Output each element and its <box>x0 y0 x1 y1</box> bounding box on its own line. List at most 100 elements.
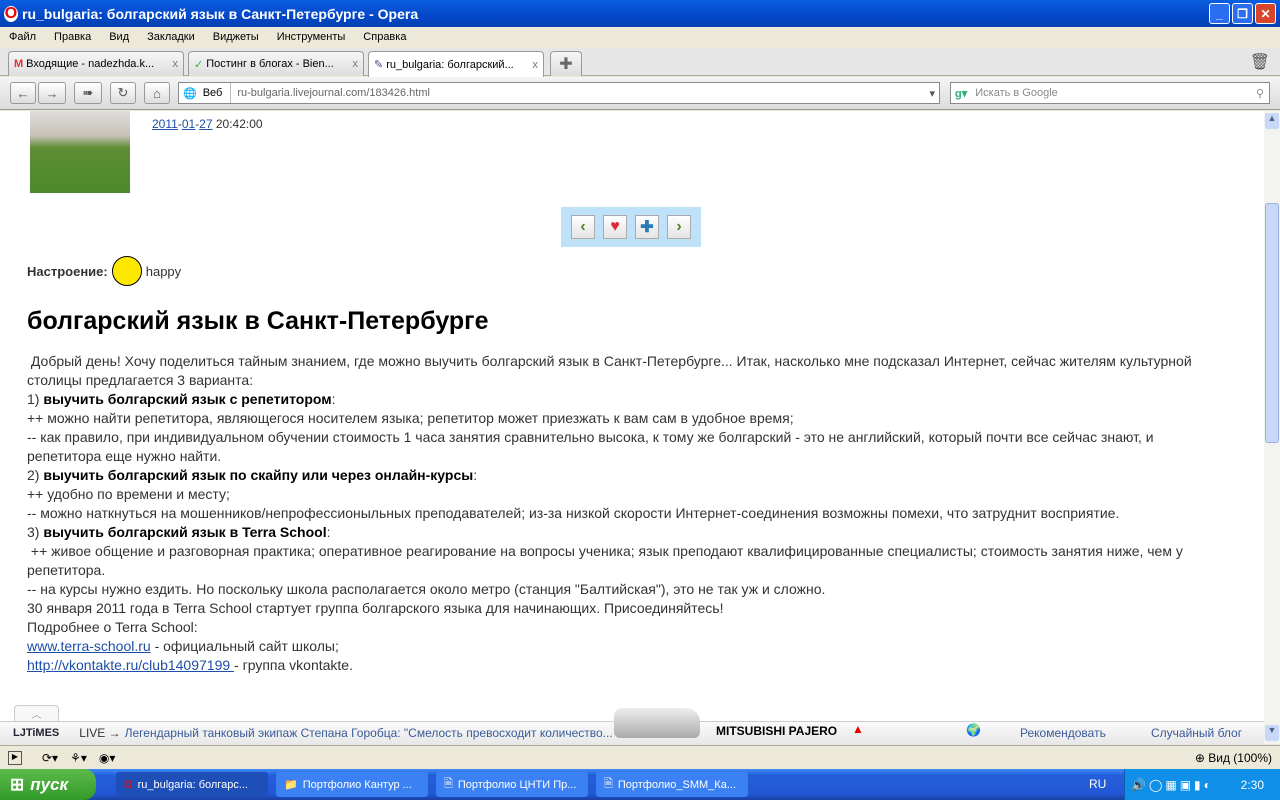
post-title: болгарский язык в Санкт-Петербурге <box>27 307 489 335</box>
taskbar: ⊞ пуск Oru_bulgaria: болгарс... 📁 Портфоли… <box>0 769 1280 800</box>
google-icon[interactable]: g▾ <box>951 87 971 100</box>
tab-gmail[interactable]: M Входящие - nadezhda.k... x <box>8 51 184 76</box>
option-heading: выучить болгарский язык с репетитором <box>43 391 332 407</box>
ljtimes-headline[interactable]: Легендарный танковый экипаж Степана Горо… <box>125 726 655 740</box>
post-body: Добрый день! Хочу поделиться тайным знан… <box>27 352 1227 675</box>
date-day-link[interactable]: 27 <box>199 117 212 131</box>
vertical-scrollbar[interactable]: ▲ ▼ <box>1264 111 1280 744</box>
trash-icon[interactable]: 🗑 <box>1250 52 1270 72</box>
opera-logo-icon: O <box>4 4 18 22</box>
sync-icon[interactable]: ⟳▾ <box>42 751 58 765</box>
menu-file[interactable]: Файл <box>0 31 45 43</box>
car-icon[interactable] <box>614 708 700 738</box>
tab-bar: M Входящие - nadezhda.k... x ✓ Постинг в… <box>0 48 1280 77</box>
tray-icons[interactable]: 🔊◯▦▣▮◐ <box>1131 778 1214 792</box>
page-content: 2011-01-27 20:42:00 ‹ ♥ ✚ › Настроение: … <box>0 111 1264 721</box>
prev-entry-button[interactable]: ‹ <box>571 215 595 239</box>
post-line: ++ можно найти репетитора, являющегося н… <box>27 410 794 426</box>
start-button[interactable]: ⊞ пуск <box>0 769 96 800</box>
post-line: 3) выучить болгарский язык в Terra Schoo… <box>27 523 1227 542</box>
status-bar: ▶ ⟳▾ ⚘▾ ◉▾ ⊕ Вид (100%) <box>0 745 1280 769</box>
option-heading: выучить болгарский язык по скайпу или че… <box>43 467 474 483</box>
ad-text[interactable]: MITSUBISHI PAJERO <box>716 724 837 738</box>
task-label: Портфолио ЦНТИ Пр... <box>457 778 577 791</box>
close-tab-icon[interactable]: x <box>353 58 359 70</box>
panel-toggle-icon[interactable]: ▶ <box>8 750 22 765</box>
window-title: ru_bulgaria: болгарский язык в Санкт-Пет… <box>22 5 419 22</box>
close-tab-icon[interactable]: x <box>533 59 539 71</box>
random-blog-link[interactable]: Случайный блог <box>1151 726 1242 740</box>
system-tray: 🔊◯▦▣▮◐ 2:30 <box>1124 769 1280 800</box>
home-button[interactable]: ⌂ <box>144 82 170 104</box>
forward-button[interactable]: → <box>38 82 66 104</box>
task-word-2[interactable]: 🗎 Портфолио_SMM_Ка... <box>596 772 748 797</box>
line-suffix: : <box>331 391 336 407</box>
folder-icon: 📁 <box>284 779 298 791</box>
link-line: www.terra-school.ru - официальный сайт ш… <box>27 637 1227 656</box>
scroll-down-icon[interactable]: ▼ <box>1265 725 1279 741</box>
scrollbar-thumb[interactable] <box>1265 203 1279 443</box>
external-link[interactable]: http://vkontakte.ru/club14097199 <box>27 657 234 673</box>
live-label: LIVE → <box>79 726 121 740</box>
menu-widgets[interactable]: Виджеты <box>204 31 268 43</box>
pencil-icon: ✎ <box>374 59 384 71</box>
globe-icon: 🌐 <box>183 87 197 100</box>
menu-bookmarks[interactable]: Закладки <box>138 31 204 43</box>
reload-button[interactable]: ↻ <box>110 82 136 104</box>
address-bar[interactable]: 🌐 Веб ru-bulgaria.livejournal.com/183426.… <box>178 82 940 104</box>
back-button[interactable]: ← <box>10 82 36 104</box>
mood-value: happy <box>145 263 182 279</box>
chevron-down-icon[interactable]: ▾ <box>929 87 939 100</box>
new-tab-button[interactable]: ✚ <box>550 51 582 76</box>
next-entry-button[interactable]: › <box>667 215 691 239</box>
line-suffix: : <box>326 524 331 540</box>
task-folder[interactable]: 📁 Портфолио Кантур ... <box>276 772 428 797</box>
menu-help[interactable]: Справка <box>354 31 415 43</box>
task-opera[interactable]: Oru_bulgaria: болгарс... <box>116 772 268 797</box>
gmail-icon: M <box>14 58 24 70</box>
line-prefix: 3) <box>27 524 44 540</box>
globe-icon: 🌍 <box>966 723 981 737</box>
close-button[interactable]: ✕ <box>1255 3 1276 24</box>
menu-edit[interactable]: Правка <box>45 31 100 43</box>
turbo-icon[interactable]: ◉▾ <box>99 751 116 765</box>
post-line: ++ живое общение и разговорная практика;… <box>27 543 1187 578</box>
tab-ru-bulgaria[interactable]: ✎ ru_bulgaria: болгарский... x <box>368 51 544 77</box>
mood-label: Настроение: <box>27 263 108 279</box>
post-line: -- на курсы нужно ездить. Но поскольку ш… <box>27 581 826 597</box>
search-icon[interactable]: ⚲ <box>1256 87 1269 100</box>
smiley-icon <box>111 256 142 286</box>
ljtimes-expand-button[interactable]: ︿ <box>14 705 59 722</box>
add-icon[interactable]: ✚ <box>635 215 659 239</box>
close-tab-icon[interactable]: x <box>173 58 179 70</box>
zoom-control[interactable]: ⊕ Вид (100%) <box>1195 751 1272 765</box>
search-field[interactable]: g▾ Искать в Google ⚲ <box>950 82 1270 104</box>
zoom-label: Вид (100%) <box>1208 750 1272 765</box>
windows-logo-icon: ⊞ <box>10 774 25 794</box>
scroll-up-icon[interactable]: ▲ <box>1265 113 1279 129</box>
menu-view[interactable]: Вид <box>100 31 138 43</box>
tab-posting[interactable]: ✓ Постинг в блогах - Bien... x <box>188 51 364 76</box>
post-line: Добрый день! Хочу поделиться тайным знан… <box>27 353 1196 388</box>
post-line: ++ удобно по времени и месту; <box>27 486 230 502</box>
option-heading: выучить болгарский язык в Terra School <box>43 524 327 540</box>
url-text[interactable]: ru-bulgaria.livejournal.com/183426.html <box>231 87 430 99</box>
post-line: Подробнее о Terra School: <box>27 619 198 635</box>
maximize-button[interactable]: ❐ <box>1232 3 1253 24</box>
post-line: -- можно наткнуться на мошенников/непроф… <box>27 505 1120 521</box>
recommend-link[interactable]: Рекомендовать <box>1020 726 1106 740</box>
date-month-link[interactable]: 01 <box>182 117 195 131</box>
menu-tools[interactable]: Инструменты <box>268 31 355 43</box>
start-label: пуск <box>30 774 69 794</box>
clock: 2:30 <box>1240 777 1264 792</box>
word-doc-icon: 🗎 <box>604 778 613 790</box>
fast-forward-button[interactable]: ➠ <box>74 82 102 104</box>
task-word-1[interactable]: 🗎 Портфолио ЦНТИ Пр... <box>436 772 588 797</box>
date-year-link[interactable]: 2011 <box>152 117 178 131</box>
unite-icon[interactable]: ⚘▾ <box>70 751 87 765</box>
language-indicator[interactable]: RU <box>1089 777 1106 791</box>
minimize-button[interactable]: _ <box>1209 3 1230 24</box>
external-link[interactable]: www.terra-school.ru <box>27 638 151 654</box>
heart-icon[interactable]: ♥ <box>603 215 627 239</box>
link-description: - группа vkontakte. <box>234 657 353 673</box>
